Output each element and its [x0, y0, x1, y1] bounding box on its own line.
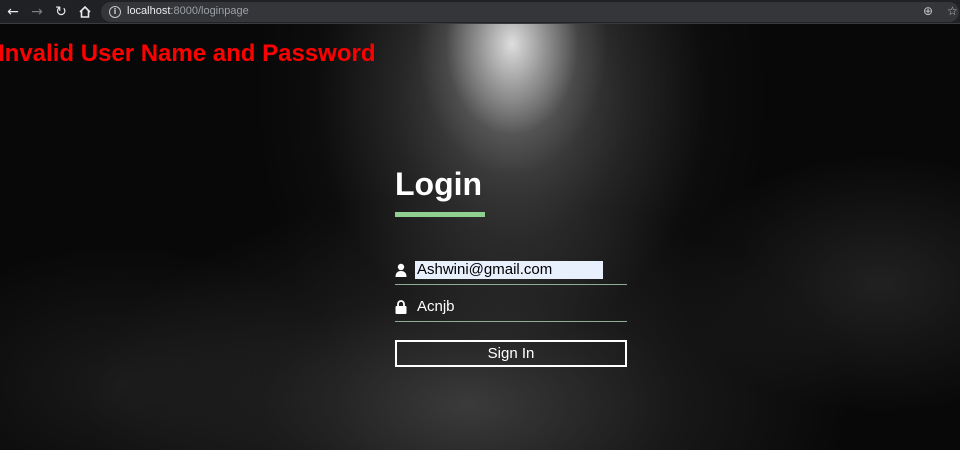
- forward-arrow-icon[interactable]: →: [28, 3, 46, 21]
- password-field[interactable]: Acnjb: [395, 297, 627, 322]
- url-path: :8000/loginpage: [170, 5, 249, 17]
- browser-toolbar: ← → ↻ i localhost:8000/loginpage ⊕ ☆: [0, 0, 960, 24]
- reload-icon[interactable]: ↻: [52, 3, 70, 21]
- address-bar[interactable]: i localhost:8000/loginpage ⊕ ☆: [101, 2, 959, 22]
- back-arrow-icon[interactable]: ←: [4, 3, 22, 21]
- user-icon: [395, 263, 407, 277]
- login-title: Login: [395, 166, 483, 202]
- email-field[interactable]: Ashwini@gmail.com: [395, 260, 627, 285]
- login-form: Login Ashwini@gmail.com Acnjb Sign In: [395, 164, 627, 367]
- url-host: localhost: [127, 5, 171, 17]
- home-icon[interactable]: [76, 3, 94, 21]
- sign-in-button[interactable]: Sign In: [395, 340, 627, 367]
- bookmark-star-icon[interactable]: ☆: [947, 4, 958, 18]
- zoom-icon[interactable]: ⊕: [923, 4, 933, 18]
- lock-icon: [395, 300, 407, 314]
- password-input[interactable]: Acnjb: [415, 298, 457, 316]
- info-icon[interactable]: i: [109, 6, 121, 18]
- login-page: Invalid User Name and Password Login Ash…: [0, 24, 960, 450]
- url-text[interactable]: localhost:8000/loginpage: [127, 5, 249, 17]
- title-underline: [395, 212, 485, 217]
- email-input[interactable]: Ashwini@gmail.com: [415, 261, 603, 279]
- error-message: Invalid User Name and Password: [0, 40, 376, 67]
